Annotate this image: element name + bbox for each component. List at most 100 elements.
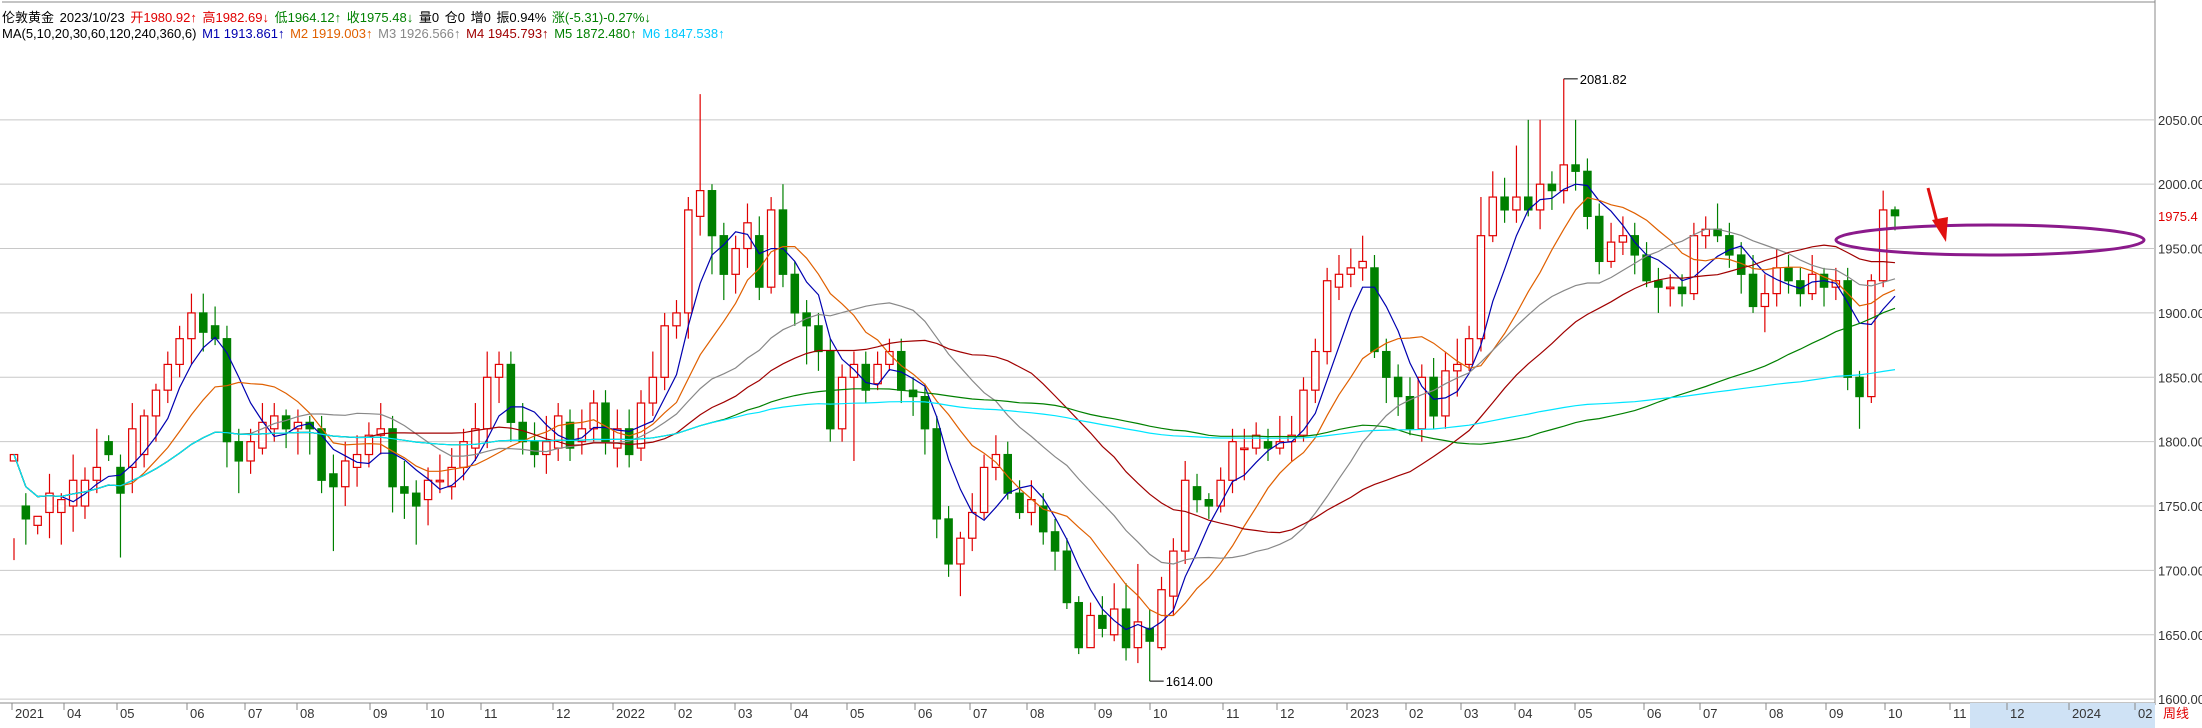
candle-body [199, 312, 208, 333]
candle-body [1583, 170, 1592, 217]
x-tick-label: 04 [67, 706, 81, 721]
candle-body [1606, 241, 1616, 263]
future-period-band [1970, 703, 2155, 728]
candle-body [1145, 627, 1154, 642]
candle-body [1677, 286, 1687, 295]
candle-body [1512, 196, 1521, 211]
candle-body [1228, 441, 1237, 481]
x-tick-label: 05 [120, 706, 134, 721]
x-tick-label: 09 [1829, 706, 1843, 721]
candle-body [234, 441, 244, 462]
candle-body [1334, 273, 1344, 288]
candle-body [281, 415, 291, 430]
candle-body [1464, 338, 1474, 366]
y-tick-label: 1900.00 [2158, 306, 2202, 321]
candle-body [435, 479, 445, 483]
candle-body [482, 376, 492, 430]
candle-body [1180, 479, 1190, 552]
candle-body [92, 466, 102, 481]
candle-body [1689, 235, 1699, 295]
candle-body [944, 518, 953, 565]
candle-body [1015, 492, 1024, 514]
candle-body [601, 402, 610, 443]
candle-body [494, 363, 504, 378]
candle-body [104, 441, 113, 456]
candle-body [1535, 183, 1545, 211]
candle-body [1760, 293, 1770, 308]
candle-body [849, 363, 859, 378]
candle-body [151, 389, 161, 417]
candle-body [364, 434, 374, 456]
candle-body [707, 190, 717, 237]
candle-body [932, 428, 942, 520]
candle-body [1322, 280, 1332, 353]
candle-body [979, 466, 989, 514]
candle-body [33, 515, 42, 526]
candle-body [956, 537, 965, 565]
x-tick-label: 09 [373, 706, 387, 721]
x-tick-label: 06 [918, 706, 932, 721]
candle-body [530, 441, 539, 456]
candle-body [553, 415, 563, 449]
candle-body [1748, 273, 1758, 308]
candle-body [743, 222, 752, 250]
x-tick-label: 04 [1518, 706, 1532, 721]
candle-body [1216, 479, 1225, 507]
x-tick-label: 03 [738, 706, 752, 721]
candle-body [1382, 350, 1391, 378]
x-tick-label: 10 [1153, 706, 1167, 721]
x-tick-label: 11 [1953, 706, 1967, 721]
high-annotation: 2081.82 [1580, 72, 1627, 87]
x-tick-label: 09 [1098, 706, 1112, 721]
candle-body [814, 325, 823, 353]
candle-body [1311, 350, 1320, 391]
x-tick-label: 2024 [2072, 706, 2101, 721]
candle-body [1441, 370, 1450, 417]
y-tick-label: 1950.00 [2158, 242, 2202, 257]
candle-body [1654, 280, 1663, 288]
x-tick-label: 12 [1280, 706, 1294, 721]
candle-body [57, 498, 66, 514]
x-tick-label: 06 [1647, 706, 1661, 721]
candle-body [1594, 215, 1604, 263]
x-tick-label: 02 [2138, 706, 2152, 721]
candle-body [340, 460, 350, 488]
x-tick-label: 07 [1703, 706, 1717, 721]
candle-body [1169, 550, 1178, 597]
candle-body [1547, 183, 1557, 192]
candle-body [506, 363, 516, 423]
arrow-head [1932, 217, 1948, 242]
candle-body [861, 363, 871, 391]
x-tick-label: 10 [430, 706, 444, 721]
y-tick-label: 1700.00 [2158, 563, 2202, 578]
x-tick-label: 03 [1464, 706, 1478, 721]
candle-body [1251, 434, 1261, 449]
candle-body [1370, 267, 1379, 353]
candle-body [400, 486, 409, 494]
candle-body [1725, 235, 1734, 256]
candlestick-chart[interactable]: 1600.00 1650.00 1700.00 1750.00 1800.00 1850.… [0, 0, 2202, 728]
candle-body [411, 492, 421, 507]
x-tick-label: 08 [1769, 706, 1783, 721]
candle-body [1571, 164, 1580, 172]
candle-body [163, 363, 173, 391]
candle-body [648, 376, 658, 404]
y-tick-label: 1650.00 [2158, 628, 2202, 643]
y-tick-label: 1750.00 [2158, 499, 2202, 514]
x-tick-label: 2023 [1350, 706, 1379, 721]
candle-body [21, 505, 31, 520]
ma-line-m5 [13, 307, 1896, 498]
candle-body [1086, 614, 1095, 649]
candle-body [1192, 486, 1202, 501]
candle-body [1784, 267, 1793, 282]
candle-body [778, 209, 788, 275]
x-tick-label: 12 [556, 706, 570, 721]
candle-body [1855, 376, 1864, 398]
candle-body [731, 247, 740, 275]
candle-body [329, 473, 338, 488]
candle-body [187, 312, 196, 340]
candle-body [1062, 550, 1072, 604]
x-tick-label: 02 [678, 706, 692, 721]
x-tick-label: 08 [300, 706, 314, 721]
candle-body [672, 312, 681, 327]
